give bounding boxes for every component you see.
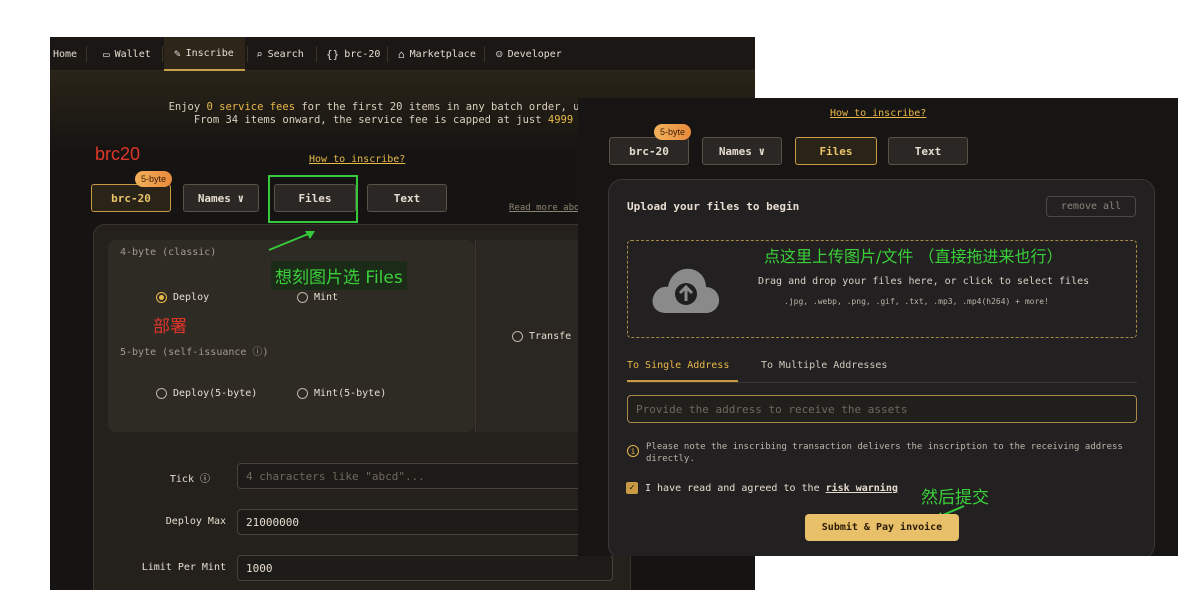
radio-transfer[interactable]: Transfe <box>512 331 571 342</box>
right-screenshot: How to inscribe? brc-20 5-byte Names ∨ F… <box>578 98 1178 556</box>
radio-deploy-label: Deploy <box>173 292 210 303</box>
nav-brc20-label: brc-20 <box>344 48 381 60</box>
nav-divider <box>86 46 87 62</box>
deploy-max-label: Deploy Max <box>165 516 226 527</box>
nav-search-label: Search <box>267 48 304 60</box>
nav-developer[interactable]: ☺ Developer <box>496 37 562 71</box>
tab-brc20[interactable]: brc-20 <box>609 137 689 165</box>
radio-transfer-label: Transfe <box>529 331 572 342</box>
nav-home-label: Home <box>53 48 78 60</box>
tick-label: Tick ⓘ <box>169 474 210 485</box>
search-icon: ⌕ <box>256 47 263 61</box>
delivery-note: Please note the inscribing transaction d… <box>646 442 1123 464</box>
section-classic-label: 4-byte (classic) <box>120 247 217 258</box>
checkmark-icon: ✓ <box>629 483 635 493</box>
radio-dot <box>156 292 167 303</box>
nav-inscribe-label: Inscribe <box>185 47 234 59</box>
file-types-text: .jpg, .webp, .png, .gif, .txt, .mp3, .mp… <box>784 297 1049 306</box>
nav-divider <box>247 46 248 62</box>
info-icon: i <box>627 445 639 457</box>
file-dropzone[interactable]: 点这里上传图片/文件 （直接拖进来也行） Drag and drop your … <box>627 240 1137 338</box>
upload-title: Upload your files to begin <box>627 200 800 213</box>
tab-brc20[interactable]: brc-20 <box>91 184 171 212</box>
address-input[interactable]: Provide the address to receive the asset… <box>627 395 1137 423</box>
annotation-files: 想刻图片选 Files <box>271 261 407 290</box>
tab-divider <box>627 382 1137 383</box>
developer-icon: ☺ <box>496 47 503 61</box>
tab-multiple-addresses[interactable]: To Multiple Addresses <box>761 360 887 371</box>
nav-developer-label: Developer <box>507 48 562 60</box>
tab-text[interactable]: Text <box>888 137 968 165</box>
tab-files[interactable]: Files <box>795 137 877 165</box>
files-highlight-box <box>268 175 358 223</box>
nav-search[interactable]: ⌕ Search <box>256 37 304 71</box>
radio-dot <box>512 331 523 342</box>
wallet-icon: ▭ <box>103 47 110 61</box>
nav-wallet[interactable]: ▭ Wallet <box>103 37 151 71</box>
nav-wallet-label: Wallet <box>114 48 151 60</box>
limit-per-mint-input[interactable]: 1000 <box>237 555 613 581</box>
annotation-arrow <box>268 231 315 251</box>
drag-drop-text: Drag and drop your files here, or click … <box>758 276 1090 287</box>
nav-brc20[interactable]: {} brc-20 <box>326 37 380 71</box>
promo-text: Enjoy <box>168 101 207 113</box>
nav-divider <box>316 46 317 62</box>
promo-highlight: 0 service fees <box>206 101 296 113</box>
tab-single-address[interactable]: To Single Address <box>627 360 729 371</box>
radio-mint[interactable]: Mint <box>297 292 338 303</box>
nav-home[interactable]: Home <box>53 37 77 71</box>
read-more-link[interactable]: Read more abo <box>509 203 579 213</box>
section-self-issuance-label: 5-byte (self-issuance ⓘ) <box>120 347 269 358</box>
radio-mint5-label: Mint(5-byte) <box>314 388 387 399</box>
agree-label: I have read and agreed to the <box>645 483 826 494</box>
deploy-max-input[interactable]: 21000000 <box>237 509 615 535</box>
annotation-brc20: brc20 <box>95 144 141 164</box>
radio-mint-label: Mint <box>314 292 339 303</box>
tab-text[interactable]: Text <box>367 184 447 212</box>
tab-names[interactable]: Names ∨ <box>702 137 782 165</box>
cloud-upload-icon <box>652 268 720 313</box>
risk-warning-link[interactable]: risk warning <box>826 483 898 494</box>
nav-divider <box>162 46 163 62</box>
limit-per-mint-label: Limit Per Mint <box>141 562 226 573</box>
nav-divider <box>484 46 485 62</box>
five-byte-badge: 5-byte <box>135 171 173 187</box>
nav-divider <box>387 46 388 62</box>
nav-marketplace[interactable]: ⌂ Marketplace <box>398 37 476 71</box>
nav-inscribe[interactable]: ✎ Inscribe <box>164 37 245 71</box>
remove-all-button[interactable]: remove all <box>1046 196 1136 217</box>
tab-names[interactable]: Names ∨ <box>183 184 259 212</box>
radio-deploy5-label: Deploy(5-byte) <box>173 388 258 399</box>
nav-marketplace-label: Marketplace <box>409 48 476 60</box>
how-to-inscribe-link[interactable]: How to inscribe? <box>309 154 405 165</box>
bag-icon: ⌂ <box>398 47 405 61</box>
annotation-upload: 点这里上传图片/文件 （直接拖进来也行） <box>764 247 1063 266</box>
how-to-inscribe-link[interactable]: How to inscribe? <box>830 108 926 119</box>
radio-deploy[interactable]: Deploy <box>156 292 209 303</box>
agree-text: I have read and agreed to the risk warni… <box>645 483 898 494</box>
tick-input[interactable]: 4 characters like "abcd"... <box>237 463 615 489</box>
radio-mint-5byte[interactable]: Mint(5-byte) <box>297 388 386 399</box>
radio-dot <box>297 388 308 399</box>
promo-text: From 34 items onward, the service fee is… <box>193 114 548 126</box>
radio-deploy-5byte[interactable]: Deploy(5-byte) <box>156 388 257 399</box>
radio-dot <box>297 292 308 303</box>
five-byte-badge: 5-byte <box>654 124 692 140</box>
braces-icon: {} <box>326 47 340 61</box>
radio-dot <box>156 388 167 399</box>
annotation-deploy: 部署 <box>153 317 187 337</box>
agree-checkbox[interactable]: ✓ <box>626 482 638 494</box>
pencil-icon: ✎ <box>174 46 181 60</box>
submit-pay-invoice-button[interactable]: Submit & Pay invoice <box>805 514 959 541</box>
top-nav: Home ▭ Wallet ✎ Inscribe ⌕ Search {} brc-20 … <box>50 37 755 71</box>
